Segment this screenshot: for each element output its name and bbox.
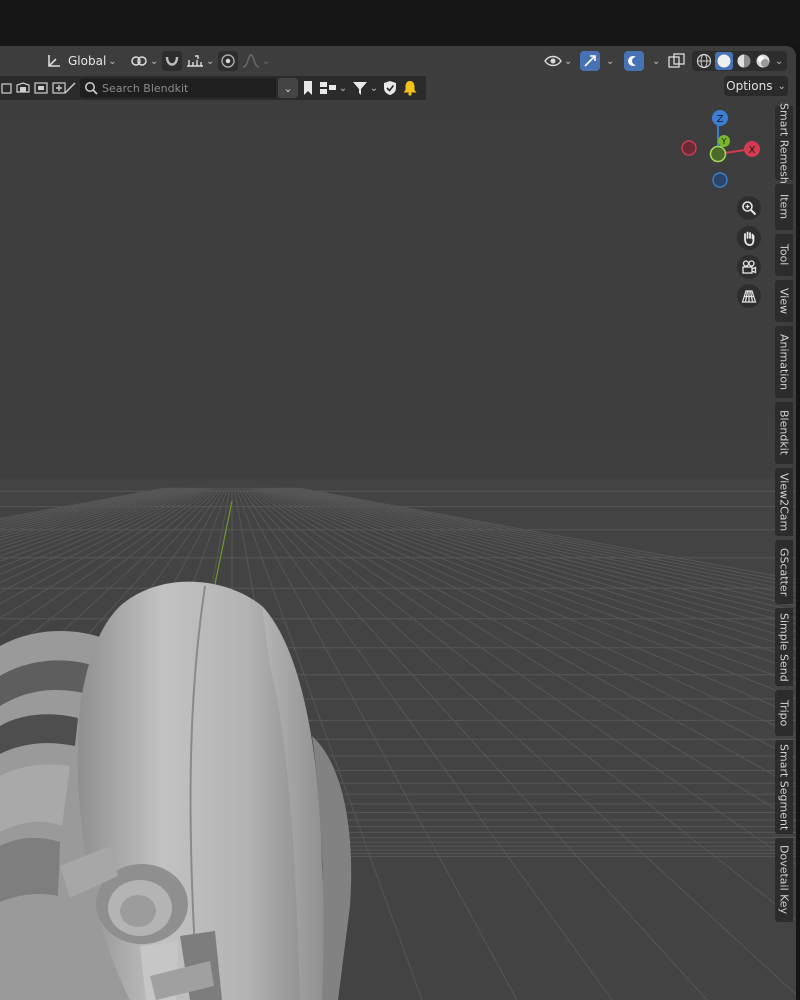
- sidebar-tab-dovetail-key[interactable]: Dovetail Key: [775, 838, 793, 922]
- sidebar-tab-label: Dovetail Key: [777, 845, 791, 915]
- sidebar-tab-animation[interactable]: Animation: [775, 326, 793, 398]
- chevron-down-icon: ⌄: [338, 82, 348, 94]
- transform-orientation-label: Global: [68, 54, 107, 68]
- gizmo-y-label: Y: [721, 137, 727, 146]
- falloff-curve-icon: [242, 54, 260, 68]
- snap-target-dropdown[interactable]: ⌄: [186, 50, 214, 72]
- gizmo-x-label: X: [749, 145, 756, 156]
- cursor-icon[interactable]: [32, 76, 50, 100]
- sidebar-tab-item[interactable]: Item: [775, 184, 793, 230]
- sidebar-tab-tool[interactable]: Tool: [775, 234, 793, 276]
- search-input[interactable]: [102, 81, 272, 95]
- xray-toggle-icon: [668, 53, 686, 69]
- object-visibility-icon: [544, 53, 562, 69]
- object-visibility-dropdown[interactable]: ⌄: [544, 50, 572, 72]
- gizmo-neg-z[interactable]: [712, 172, 728, 188]
- sidebar-tab-label: Blendkit: [777, 410, 791, 456]
- sidebar-tab-smart-remesh[interactable]: Smart Remesh: [775, 103, 793, 183]
- sidebar-tab-simple-send[interactable]: Simple Send: [775, 608, 793, 686]
- sidebar-tab-view2cam[interactable]: View2Cam: [775, 468, 793, 536]
- sidebar-tab-label: Item: [777, 194, 791, 220]
- sidebar-tab-label: View2Cam: [777, 472, 791, 532]
- camera-view-button[interactable]: [737, 255, 761, 279]
- pivot-point-dropdown[interactable]: ⌄: [130, 50, 158, 72]
- search-dropdown-button[interactable]: ⌄: [278, 78, 298, 98]
- gizmo-z-label: Z: [717, 114, 724, 125]
- transform-orientation-icon: [46, 53, 62, 69]
- gizmo-toggle-icon: [580, 51, 600, 71]
- chevron-down-icon[interactable]: ⌄: [775, 56, 783, 67]
- wireframe-shading-icon[interactable]: [696, 53, 712, 69]
- overlay-toggle-icon: [624, 51, 644, 71]
- select-box-icon[interactable]: [0, 76, 14, 100]
- options-label: Options: [726, 79, 773, 93]
- sidebar-tab-smart-segment[interactable]: Smart Segment: [775, 740, 793, 834]
- 3d-viewport[interactable]: Global ⌄ ⌄ ⌄ ⌄ ⌄ ⌄ ⌄ ⌄ Search Blendkit ⌄…: [0, 46, 796, 1000]
- chevron-down-icon: ⌄: [564, 55, 573, 67]
- chevron-down-icon: ⌄: [206, 55, 215, 67]
- options-dropdown[interactable]: Options ⌄: [724, 76, 788, 96]
- sidebar-tab-label: Smart Segment: [777, 743, 791, 831]
- sidebar-tab-label: Simple Send: [777, 612, 791, 682]
- proportional-edit-toggle[interactable]: [218, 50, 238, 72]
- sidebar-tab-label: Tool: [777, 244, 791, 266]
- xray-toggle[interactable]: [668, 50, 686, 72]
- transform-orientation-dropdown[interactable]: Global ⌄: [46, 50, 117, 72]
- chevron-down-icon: ⌄: [652, 55, 661, 67]
- falloff-dropdown[interactable]: ⌄: [242, 50, 270, 72]
- bell-icon[interactable]: [400, 76, 420, 100]
- solid-shading-icon[interactable]: [715, 52, 733, 70]
- sidebar-tab-label: Tripo: [777, 699, 791, 727]
- asset-type-icon: [319, 82, 336, 94]
- perspective-toggle-button[interactable]: [737, 284, 761, 308]
- chevron-down-icon: ⌄: [283, 81, 293, 95]
- annotate-icon[interactable]: [62, 76, 78, 100]
- blendkit-toolbar: ⌄ ⌄ ⌄: [0, 76, 426, 100]
- snap-toggle[interactable]: [162, 50, 182, 72]
- zoom-icon: [742, 201, 757, 216]
- zoom-button[interactable]: [737, 196, 761, 220]
- chevron-down-icon: ⌄: [369, 82, 379, 94]
- filter-icon: [352, 82, 367, 95]
- sidebar-tab-label: View: [777, 287, 791, 315]
- viewport-header: Global ⌄ ⌄ ⌄ ⌄ ⌄ ⌄ ⌄ ⌄: [0, 46, 796, 76]
- proportional-edit-icon: [218, 51, 238, 71]
- sidebar-tab-view[interactable]: View: [775, 280, 793, 322]
- select-lasso-icon[interactable]: [14, 76, 32, 100]
- chevron-down-icon: ⌄: [108, 55, 117, 67]
- sidebar-tab-blendkit[interactable]: Blendkit: [775, 402, 793, 464]
- chevron-down-icon: ⌄: [777, 80, 786, 92]
- gizmo-neg-x[interactable]: [681, 140, 697, 156]
- sidebar-tab-tripo[interactable]: Tripo: [775, 690, 793, 736]
- material-shading-icon[interactable]: [736, 53, 752, 69]
- overlay-dropdown[interactable]: ⌄: [624, 50, 660, 72]
- snap-increment-icon: [186, 54, 204, 68]
- navigation-gizmo[interactable]: Z Y X: [676, 106, 770, 190]
- camera-view-icon: [742, 260, 757, 274]
- blender-window: Global ⌄ ⌄ ⌄ ⌄ ⌄ ⌄ ⌄ ⌄ Search Blendkit ⌄…: [0, 0, 800, 1000]
- hand-pan-icon: [744, 231, 755, 246]
- shield-check-icon[interactable]: [382, 76, 398, 100]
- chevron-down-icon: ⌄: [150, 55, 159, 67]
- sidebar-tab-label: Animation: [777, 333, 791, 391]
- perspective-grid-icon: [741, 290, 757, 303]
- snap-magnet-icon: [162, 51, 182, 71]
- top-bar: [0, 0, 800, 46]
- pivot-link-icon: [130, 53, 148, 69]
- shading-mode-group: ⌄: [692, 51, 788, 71]
- bookmark-icon[interactable]: [300, 76, 316, 100]
- pan-button[interactable]: [737, 226, 761, 250]
- gizmo-neg-y[interactable]: [709, 145, 727, 163]
- gizmo-dropdown[interactable]: ⌄: [580, 50, 614, 72]
- blendkit-search-field[interactable]: [80, 78, 276, 98]
- sidebar-tab-label: GScatter: [777, 547, 791, 597]
- filter-dropdown[interactable]: ⌄: [350, 76, 380, 100]
- search-icon: [84, 81, 98, 95]
- rendered-shading-icon[interactable]: [755, 53, 771, 69]
- chevron-down-icon: ⌄: [262, 55, 271, 67]
- sidebar-tab-label: Smart Remesh: [777, 102, 791, 184]
- sidebar-tab-gscatter[interactable]: GScatter: [775, 540, 793, 604]
- chevron-down-icon: ⌄: [606, 55, 615, 67]
- asset-type-dropdown[interactable]: ⌄: [318, 76, 348, 100]
